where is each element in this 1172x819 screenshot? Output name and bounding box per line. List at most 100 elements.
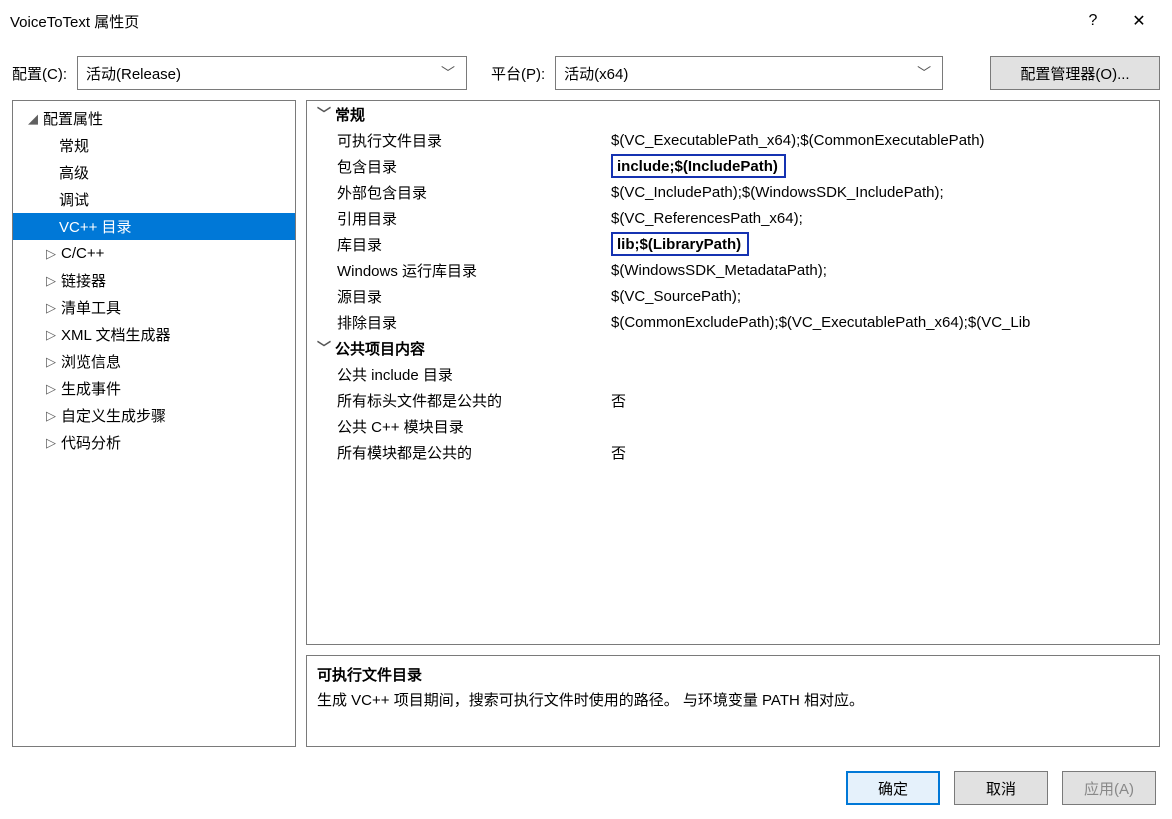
configuration-manager-label: 配置管理器(O)... [1020, 63, 1129, 84]
chevron-down-icon: ﹀ [313, 104, 335, 124]
property-group-general[interactable]: ﹀ 常规 [307, 101, 1159, 127]
tree-item-browse-info[interactable]: ▷ 浏览信息 [13, 348, 295, 375]
expander-closed-icon: ▷ [43, 408, 59, 424]
prop-row-library-dirs[interactable]: 库目录 lib;$(LibraryPath) [307, 231, 1159, 257]
expander-closed-icon: ▷ [43, 354, 59, 370]
tree-item-label: 清单工具 [61, 297, 121, 318]
prop-value[interactable]: $(VC_ExecutablePath_x64);$(CommonExecuta… [611, 132, 1159, 149]
prop-row-all-headers-public[interactable]: 所有标头文件都是公共的 否 [307, 387, 1159, 413]
cancel-button[interactable]: 取消 [954, 771, 1048, 805]
dialog-footer: 确定 取消 应用(A) [0, 757, 1172, 819]
prop-value[interactable]: $(VC_IncludePath);$(WindowsSDK_IncludePa… [611, 184, 1159, 201]
ok-button[interactable]: 确定 [846, 771, 940, 805]
highlighted-value: lib;$(LibraryPath) [611, 232, 749, 256]
prop-key: 源目录 [307, 286, 611, 307]
prop-row-public-cpp-module-dirs[interactable]: 公共 C++ 模块目录 [307, 413, 1159, 439]
expander-closed-icon: ▷ [43, 435, 59, 451]
prop-row-public-include-dirs[interactable]: 公共 include 目录 [307, 361, 1159, 387]
property-group-label: 常规 [335, 104, 365, 125]
expander-closed-icon: ▷ [43, 273, 59, 289]
prop-key: 包含目录 [307, 156, 611, 177]
configuration-combo[interactable]: 活动(Release) ﹀ [77, 56, 467, 90]
prop-row-include-dirs[interactable]: 包含目录 include;$(IncludePath) [307, 153, 1159, 179]
tree-item-label: 浏览信息 [61, 351, 121, 372]
prop-row-winrt-dirs[interactable]: Windows 运行库目录 $(WindowsSDK_MetadataPath)… [307, 257, 1159, 283]
chevron-down-icon: ﹀ [438, 63, 458, 83]
highlighted-value: include;$(IncludePath) [611, 154, 786, 178]
description-title: 可执行文件目录 [317, 664, 1149, 685]
platform-combo[interactable]: 活动(x64) ﹀ [555, 56, 943, 90]
tree-item-label: 自定义生成步骤 [61, 405, 166, 426]
right-panel: ﹀ 常规 可执行文件目录 $(VC_ExecutablePath_x64);$(… [306, 100, 1160, 747]
property-group-public-project[interactable]: ﹀ 公共项目内容 [307, 335, 1159, 361]
apply-label: 应用(A) [1084, 778, 1134, 799]
prop-key: 公共 C++ 模块目录 [307, 416, 611, 437]
tree-item-advanced[interactable]: 高级 [13, 159, 295, 186]
apply-button[interactable]: 应用(A) [1062, 771, 1156, 805]
chevron-down-icon: ﹀ [313, 338, 335, 358]
prop-row-external-include-dirs[interactable]: 外部包含目录 $(VC_IncludePath);$(WindowsSDK_In… [307, 179, 1159, 205]
chevron-down-icon: ﹀ [914, 63, 934, 83]
config-bar: 配置(C): 活动(Release) ﹀ 平台(P): 活动(x64) ﹀ 配置… [0, 42, 1172, 100]
prop-value[interactable]: $(CommonExcludePath);$(VC_ExecutablePath… [611, 314, 1159, 331]
prop-key: Windows 运行库目录 [307, 260, 611, 281]
tree-item-custom-build-step[interactable]: ▷ 自定义生成步骤 [13, 402, 295, 429]
configuration-label: 配置(C): [12, 63, 67, 84]
cancel-label: 取消 [986, 778, 1016, 799]
prop-value[interactable]: $(VC_ReferencesPath_x64); [611, 210, 1159, 227]
prop-key: 排除目录 [307, 312, 611, 333]
expander-closed-icon: ▷ [43, 381, 59, 397]
property-group-label: 公共项目内容 [335, 338, 425, 359]
tree-root-label: 配置属性 [43, 108, 103, 129]
platform-label: 平台(P): [491, 63, 545, 84]
prop-row-executable-dirs[interactable]: 可执行文件目录 $(VC_ExecutablePath_x64);$(Commo… [307, 127, 1159, 153]
tree-item-build-events[interactable]: ▷ 生成事件 [13, 375, 295, 402]
tree-item-linker[interactable]: ▷ 链接器 [13, 267, 295, 294]
tree-item-manifest-tool[interactable]: ▷ 清单工具 [13, 294, 295, 321]
expander-closed-icon: ▷ [43, 300, 59, 316]
prop-row-reference-dirs[interactable]: 引用目录 $(VC_ReferencesPath_x64); [307, 205, 1159, 231]
property-grid[interactable]: ﹀ 常规 可执行文件目录 $(VC_ExecutablePath_x64);$(… [306, 100, 1160, 645]
prop-key: 可执行文件目录 [307, 130, 611, 151]
help-icon: ? [1089, 12, 1098, 30]
help-button[interactable]: ? [1070, 0, 1116, 42]
expander-closed-icon: ▷ [43, 327, 59, 343]
prop-value[interactable]: 否 [611, 390, 1159, 411]
tree-item-label: XML 文档生成器 [61, 324, 170, 345]
expander-closed-icon: ▷ [43, 246, 59, 262]
prop-key: 所有模块都是公共的 [307, 442, 611, 463]
tree-item-vc-directories[interactable]: VC++ 目录 [13, 213, 295, 240]
description-body: 生成 VC++ 项目期间，搜索可执行文件时使用的路径。 与环境变量 PATH 相… [317, 689, 1149, 710]
tree-item-label: VC++ 目录 [59, 216, 132, 237]
configuration-tree[interactable]: ◢ 配置属性 常规 高级 调试 VC++ 目录 ▷ C/C++ ▷ 链接器 [12, 100, 296, 747]
prop-key: 外部包含目录 [307, 182, 611, 203]
tree-root[interactable]: ◢ 配置属性 [13, 105, 295, 132]
prop-key: 所有标头文件都是公共的 [307, 390, 611, 411]
prop-row-all-modules-public[interactable]: 所有模块都是公共的 否 [307, 439, 1159, 465]
tree-item-label: 高级 [59, 162, 89, 183]
prop-value[interactable]: include;$(IncludePath) [611, 154, 1159, 178]
tree-item-xml-doc-generator[interactable]: ▷ XML 文档生成器 [13, 321, 295, 348]
prop-row-source-dirs[interactable]: 源目录 $(VC_SourcePath); [307, 283, 1159, 309]
tree-item-c-cpp[interactable]: ▷ C/C++ [13, 240, 295, 267]
close-icon: ✕ [1132, 11, 1145, 31]
prop-value[interactable]: 否 [611, 442, 1159, 463]
prop-key: 库目录 [307, 234, 611, 255]
expander-open-icon: ◢ [25, 111, 41, 127]
platform-value: 活动(x64) [564, 63, 914, 84]
tree-item-debugging[interactable]: 调试 [13, 186, 295, 213]
prop-value[interactable]: $(VC_SourcePath); [611, 288, 1159, 305]
prop-key: 引用目录 [307, 208, 611, 229]
tree-item-label: 代码分析 [61, 432, 121, 453]
tree-item-code-analysis[interactable]: ▷ 代码分析 [13, 429, 295, 456]
window-title: VoiceToText 属性页 [10, 11, 139, 32]
close-button[interactable]: ✕ [1116, 0, 1162, 42]
prop-value[interactable]: $(WindowsSDK_MetadataPath); [611, 262, 1159, 279]
tree-item-label: C/C++ [61, 245, 104, 262]
title-bar: VoiceToText 属性页 ? ✕ [0, 0, 1172, 42]
tree-item-general[interactable]: 常规 [13, 132, 295, 159]
configuration-manager-button[interactable]: 配置管理器(O)... [990, 56, 1160, 90]
tree-item-label: 常规 [59, 135, 89, 156]
prop-value[interactable]: lib;$(LibraryPath) [611, 232, 1159, 256]
prop-row-exclude-dirs[interactable]: 排除目录 $(CommonExcludePath);$(VC_Executabl… [307, 309, 1159, 335]
